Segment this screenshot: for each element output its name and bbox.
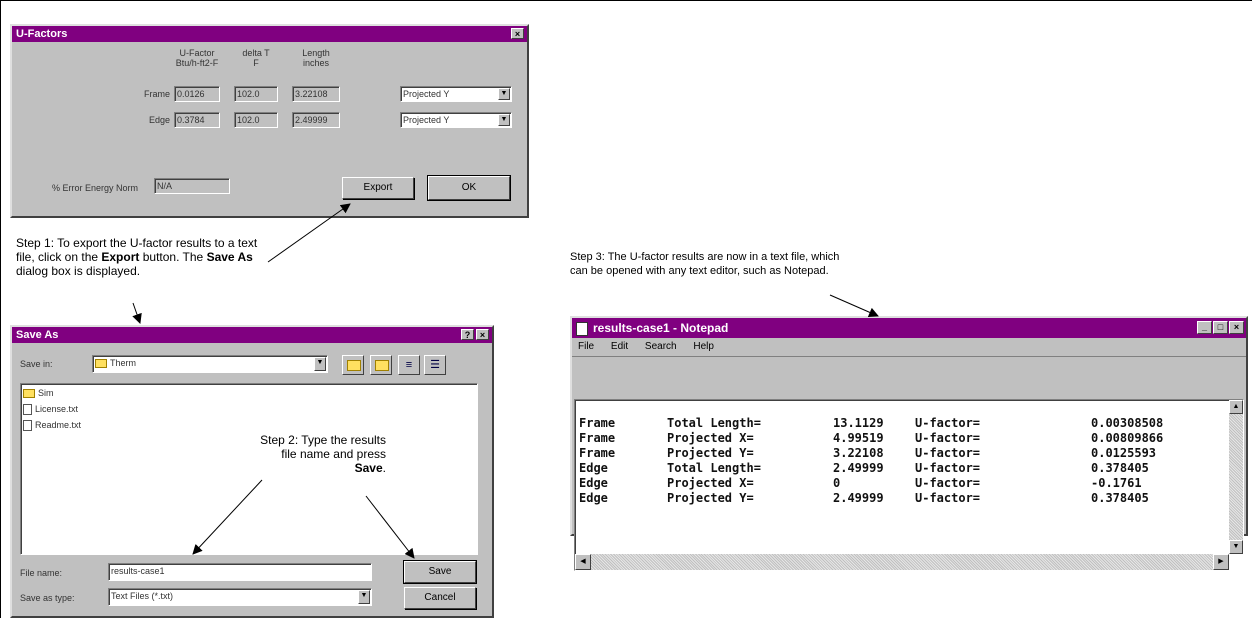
arrow-step1-export (267, 203, 351, 263)
arrow-step2-save (365, 495, 415, 559)
arrow-step2-filename (192, 479, 263, 555)
annotation-arrows (132, 203, 879, 559)
arrow-step1-saveas (132, 302, 142, 324)
arrow-step3-notepad (829, 294, 879, 317)
